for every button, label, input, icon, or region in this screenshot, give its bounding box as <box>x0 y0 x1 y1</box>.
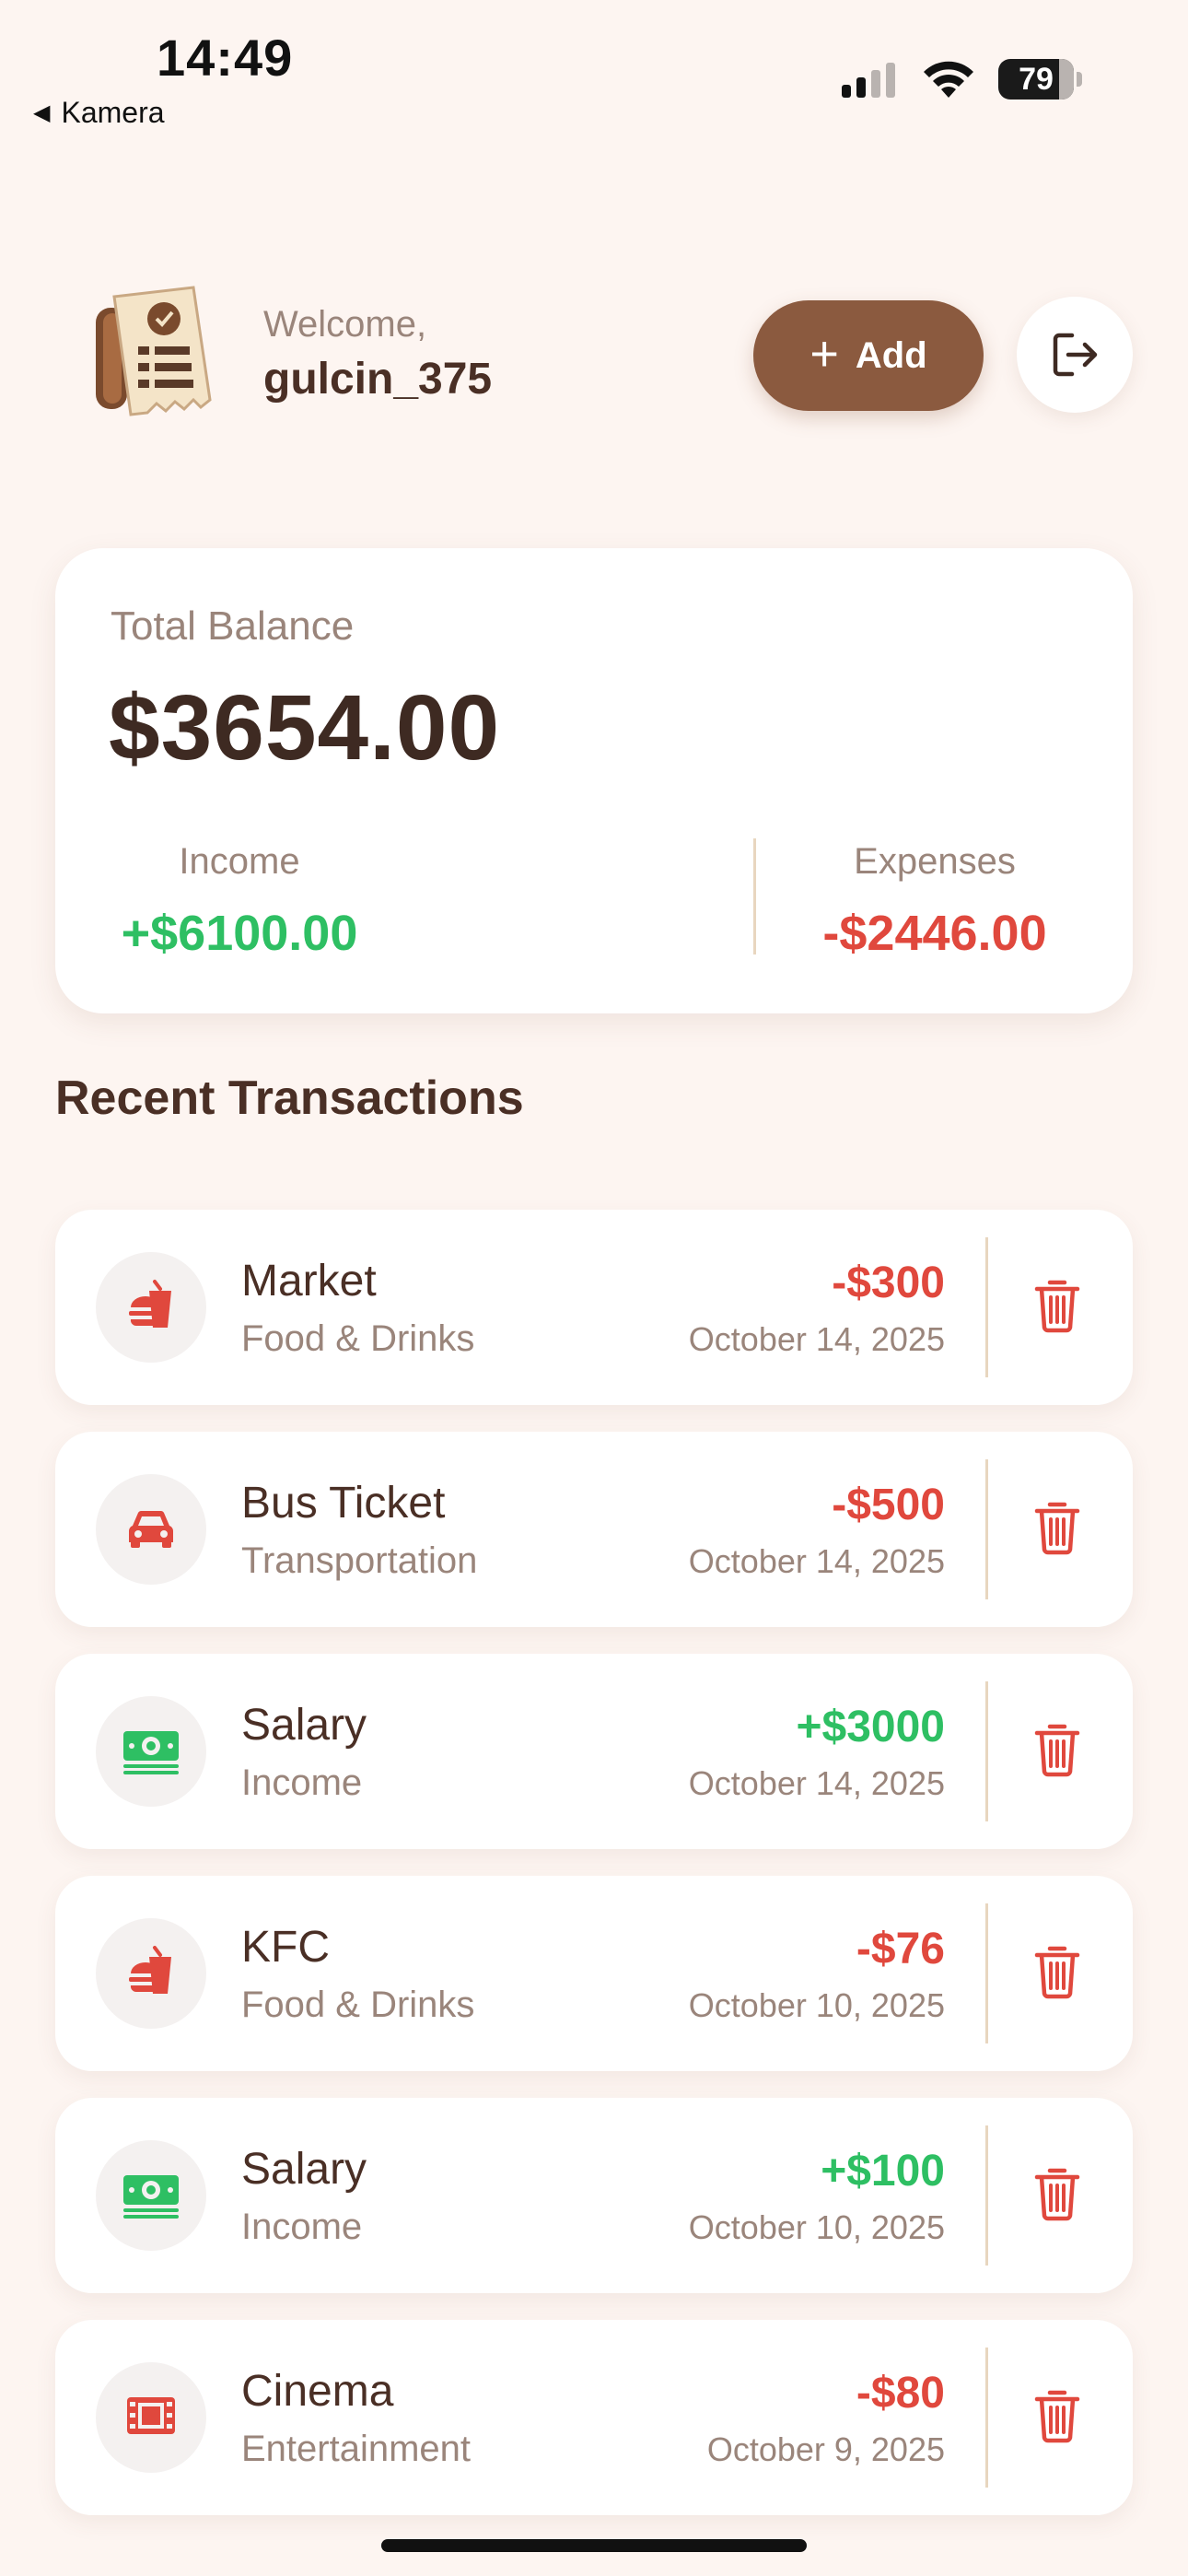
transaction-row[interactable]: Market Food & Drinks -$300 October 14, 2… <box>55 1210 1133 1405</box>
income-value: +$6100.00 <box>121 906 358 961</box>
status-bar: 14:49 ◀ Kamera 79 <box>0 0 1188 138</box>
delete-button[interactable] <box>1028 1496 1087 1563</box>
transaction-row[interactable]: KFC Food & Drinks -$76 October 10, 2025 <box>55 1876 1133 2071</box>
add-button-label: Add <box>855 334 927 376</box>
transaction-title: Market <box>241 1257 377 1306</box>
film-icon <box>122 2386 181 2450</box>
trash-icon <box>1033 2387 1081 2449</box>
row-divider <box>985 1237 988 1377</box>
transaction-amount: -$500 <box>832 1481 945 1529</box>
logout-button[interactable] <box>1017 297 1133 413</box>
wifi-icon <box>924 61 973 98</box>
transaction-category: Income <box>241 2207 363 2247</box>
delete-button[interactable] <box>1028 1274 1087 1341</box>
transaction-category: Transportation <box>241 1540 478 1581</box>
add-transaction-button[interactable]: + Add <box>753 300 984 411</box>
transaction-title: Salary <box>241 2145 367 2194</box>
income-label: Income <box>179 841 300 882</box>
delete-button[interactable] <box>1028 2384 1087 2451</box>
delete-button[interactable] <box>1028 1718 1087 1785</box>
cellular-signal-icon <box>842 61 895 98</box>
balance-divider <box>753 838 756 954</box>
transaction-row[interactable]: Cinema Entertainment -$80 October 9, 202… <box>55 2320 1133 2515</box>
income-summary: Income +$6100.00 <box>111 841 368 962</box>
back-arrow-icon: ◀ <box>33 100 51 125</box>
plus-icon: + <box>809 326 839 381</box>
category-icon-container <box>96 2140 206 2251</box>
battery-icon: 79 <box>998 59 1082 100</box>
transaction-category: Food & Drinks <box>241 1985 475 2025</box>
back-to-app-link[interactable]: ◀ Kamera <box>33 96 165 130</box>
total-balance-value: $3654.00 <box>109 676 501 779</box>
money-icon <box>120 1720 182 1784</box>
category-icon-container <box>96 1252 206 1363</box>
delete-button[interactable] <box>1028 2162 1087 2229</box>
category-icon-container <box>96 1696 206 1807</box>
transaction-date: October 9, 2025 <box>706 2430 945 2468</box>
expenses-label: Expenses <box>854 841 1016 882</box>
trash-icon <box>1033 1277 1081 1339</box>
total-balance-label: Total Balance <box>111 603 355 649</box>
transaction-date: October 10, 2025 <box>688 1986 945 2024</box>
transaction-amount: +$3000 <box>796 1703 945 1751</box>
transaction-date: October 14, 2025 <box>688 1764 945 1802</box>
transaction-amount: -$300 <box>832 1259 945 1307</box>
status-time: 14:49 <box>157 29 294 87</box>
transaction-amount: -$76 <box>856 1925 945 1973</box>
transaction-row[interactable]: Salary Income +$3000 October 14, 2025 <box>55 1654 1133 1849</box>
balance-card: Total Balance $3654.00 Income +$6100.00 … <box>55 548 1133 1013</box>
food-icon <box>122 1276 181 1340</box>
transaction-amount: +$100 <box>821 2147 945 2195</box>
transaction-row[interactable]: Salary Income +$100 October 10, 2025 <box>55 2098 1133 2293</box>
transaction-row[interactable]: Bus Ticket Transportation -$500 October … <box>55 1432 1133 1627</box>
food-icon <box>122 1942 181 2006</box>
transaction-title: Cinema <box>241 2367 394 2416</box>
transaction-date: October 14, 2025 <box>688 1542 945 1580</box>
row-divider <box>985 1903 988 2043</box>
transaction-list: Market Food & Drinks -$300 October 14, 2… <box>55 1210 1133 2542</box>
transaction-date: October 14, 2025 <box>688 1320 945 1358</box>
trash-icon <box>1033 1943 1081 2005</box>
car-icon <box>122 1498 181 1562</box>
transaction-amount: -$80 <box>856 2369 945 2418</box>
recent-transactions-title: Recent Transactions <box>55 1071 524 1125</box>
transaction-title: Bus Ticket <box>241 1479 446 1528</box>
welcome-label: Welcome, <box>263 304 427 345</box>
trash-icon <box>1033 1499 1081 1561</box>
battery-level: 79 <box>1019 62 1054 97</box>
money-icon <box>120 2164 182 2228</box>
back-app-label: Kamera <box>61 96 165 129</box>
trash-icon <box>1033 1721 1081 1783</box>
username: gulcin_375 <box>263 355 493 404</box>
transaction-category: Entertainment <box>241 2429 472 2469</box>
category-icon-container <box>96 2362 206 2473</box>
transaction-category: Food & Drinks <box>241 1318 475 1359</box>
delete-button[interactable] <box>1028 1940 1087 2007</box>
header: Welcome, gulcin_375 + Add <box>0 276 1188 438</box>
row-divider <box>985 2125 988 2266</box>
transaction-category: Income <box>241 1762 363 1803</box>
row-divider <box>985 1459 988 1599</box>
row-divider <box>985 1681 988 1821</box>
expenses-value: -$2446.00 <box>822 906 1047 961</box>
transaction-title: Salary <box>241 1701 367 1750</box>
category-icon-container <box>96 1918 206 2029</box>
expenses-summary: Expenses -$2446.00 <box>783 841 1087 962</box>
transaction-title: KFC <box>241 1923 330 1972</box>
logout-icon <box>1053 333 1098 377</box>
home-indicator[interactable] <box>381 2539 807 2552</box>
category-icon-container <box>96 1474 206 1585</box>
row-divider <box>985 2348 988 2488</box>
receipt-logo-icon <box>96 286 212 416</box>
transaction-date: October 10, 2025 <box>688 2208 945 2246</box>
trash-icon <box>1033 2165 1081 2227</box>
